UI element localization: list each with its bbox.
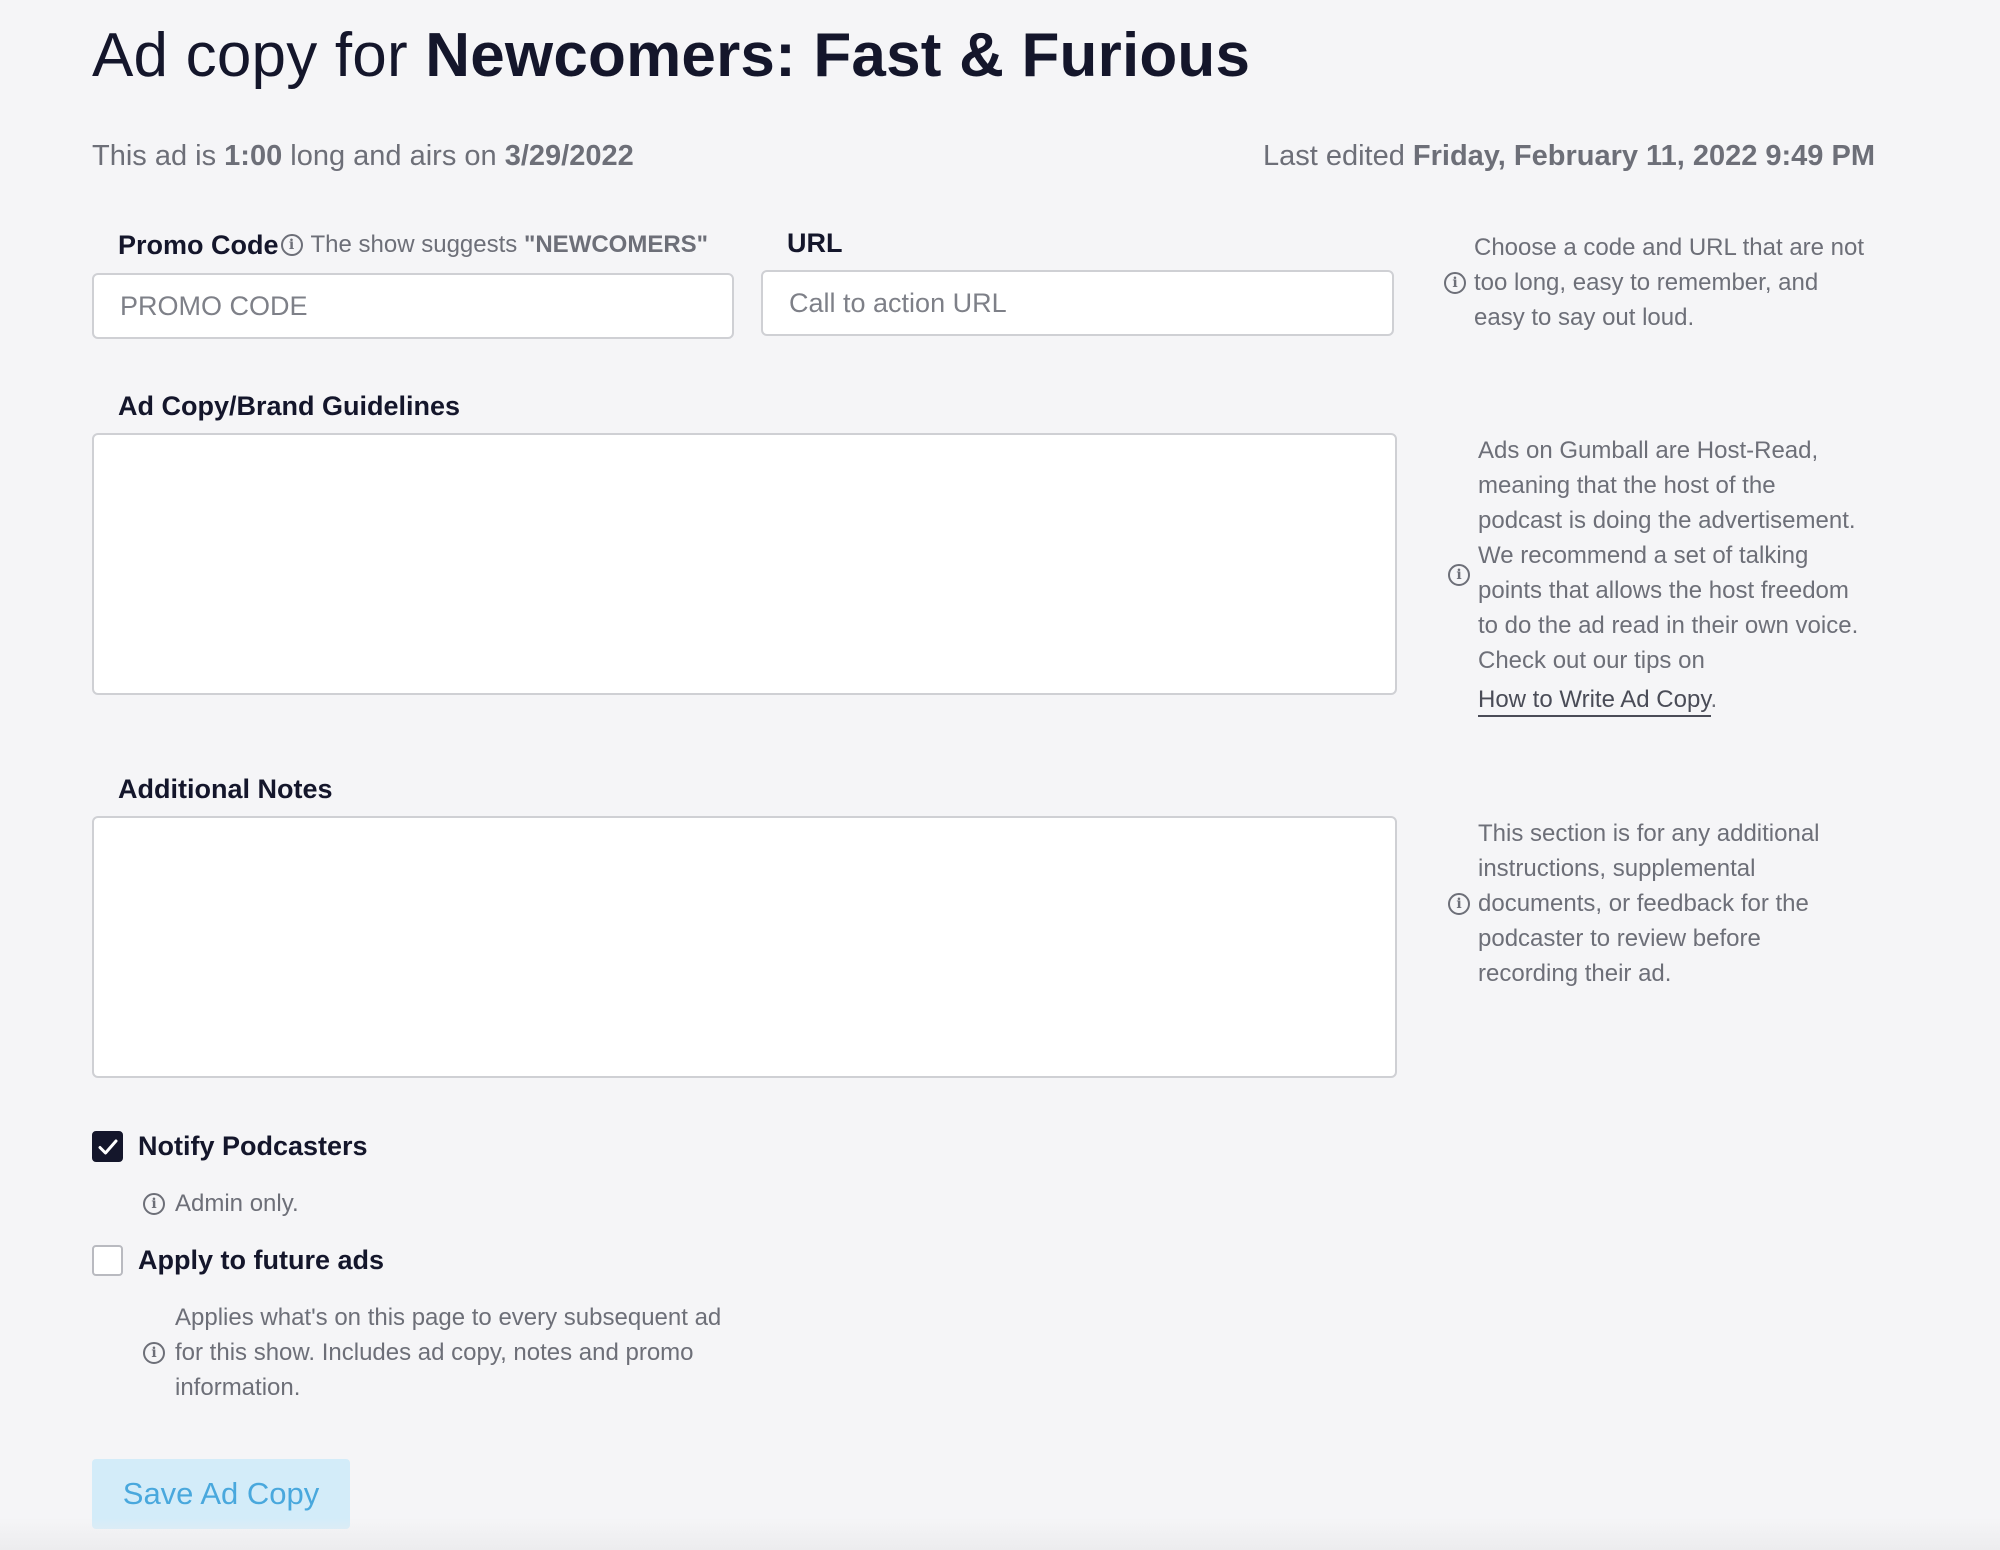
page-title: Ad copy for Newcomers: Fast & Furious <box>92 18 1250 94</box>
guidelines-help: i Ads on Gumball are Host-Read, meaning … <box>1448 433 1858 717</box>
page-title-prefix: Ad copy for <box>92 21 426 90</box>
promo-code-label-row: Promo Code i The show suggests "NEWCOMER… <box>118 228 708 262</box>
additional-notes-textarea[interactable] <box>92 816 1397 1078</box>
ad-length: 1:00 <box>224 140 283 172</box>
ad-length-prefix: This ad is <box>92 140 225 172</box>
promo-url-help: i Choose a code and URL that are not too… <box>1444 230 1864 335</box>
notify-podcasters-label[interactable]: Notify Podcasters <box>138 1131 368 1162</box>
info-icon: i <box>280 234 303 256</box>
checkmark-icon <box>98 1139 117 1154</box>
air-date: 3/29/2022 <box>504 140 634 172</box>
future-ads-help: i Applies what's on this page to every s… <box>143 1300 721 1405</box>
help-line: podcast is doing the advertisement. <box>1478 507 1856 534</box>
help-line: information. <box>175 1374 301 1401</box>
url-input[interactable] <box>761 270 1394 336</box>
help-line: recording their ad. <box>1478 960 1672 987</box>
ad-schedule-info: This ad is 1:00 long and airs on 3/29/20… <box>92 138 634 174</box>
notes-help-text: This section is for any additional instr… <box>1478 816 1820 991</box>
admin-only-note: Admin only. <box>175 1190 299 1217</box>
notify-help: i Admin only. <box>143 1186 299 1221</box>
future-ads-help-text: Applies what's on this page to every sub… <box>175 1300 721 1405</box>
show-name: Newcomers: Fast & Furious <box>425 21 1251 90</box>
info-icon: i <box>143 1192 165 1215</box>
help-link-line: How to Write Ad Copy. <box>1478 682 1858 717</box>
promo-suggestion-prefix: The show suggests <box>310 231 524 258</box>
last-edited-timestamp: Friday, February 11, 2022 9:49 PM <box>1412 140 1875 172</box>
promo-code-label: Promo Code <box>118 230 279 260</box>
help-line: Choose a code and URL that are not <box>1474 234 1865 261</box>
help-line: podcaster to review before <box>1478 925 1761 952</box>
help-line: meaning that the host of the <box>1478 472 1776 499</box>
help-line: Ads on Gumball are Host-Read, <box>1478 437 1819 464</box>
last-edited-info: Last edited Friday, February 11, 2022 9:… <box>1263 138 1875 174</box>
info-icon: i <box>1444 271 1466 294</box>
url-label: URL <box>787 228 843 258</box>
help-line: for this show. Includes ad copy, notes a… <box>175 1339 694 1366</box>
notes-help: i This section is for any additional ins… <box>1448 816 1820 991</box>
help-line: Applies what's on this page to every sub… <box>175 1304 722 1331</box>
help-line: documents, or feedback for the <box>1478 890 1809 917</box>
air-date-prefix: long and airs on <box>282 140 505 172</box>
notify-podcasters-checkbox[interactable] <box>92 1131 123 1162</box>
help-line: instructions, supplemental <box>1478 855 1756 882</box>
help-line: points that allows the host freedom <box>1478 577 1849 604</box>
help-line: too long, easy to remember, and <box>1474 269 1819 296</box>
ad-copy-guidelines-textarea[interactable] <box>92 433 1397 695</box>
last-edited-prefix: Last edited <box>1262 140 1413 172</box>
guidelines-help-text: Ads on Gumball are Host-Read, meaning th… <box>1478 433 1858 717</box>
help-line: This section is for any additional <box>1478 820 1820 847</box>
apply-future-ads-label[interactable]: Apply to future ads <box>138 1245 384 1276</box>
promo-suggestion: The show suggests "NEWCOMERS" <box>311 228 709 262</box>
promo-url-help-text: Choose a code and URL that are not too l… <box>1474 230 1864 335</box>
how-to-write-ad-copy-link[interactable]: How to Write Ad Copy <box>1478 686 1711 717</box>
promo-code-input[interactable] <box>92 273 734 339</box>
info-icon: i <box>143 1341 165 1364</box>
link-suffix: . <box>1710 686 1718 713</box>
info-icon: i <box>1448 892 1470 915</box>
bottom-shadow <box>0 1518 2000 1550</box>
additional-notes-label: Additional Notes <box>118 774 333 804</box>
info-icon: i <box>1448 564 1470 586</box>
notify-podcasters-option: Notify Podcasters <box>92 1131 368 1162</box>
suggested-promo-code: "NEWCOMERS" <box>523 231 709 258</box>
apply-future-ads-option: Apply to future ads <box>92 1245 384 1276</box>
help-line: Check out our tips on <box>1478 647 1705 674</box>
help-line: We recommend a set of talking <box>1478 542 1809 569</box>
apply-future-ads-checkbox[interactable] <box>92 1245 123 1276</box>
ad-copy-guidelines-label: Ad Copy/Brand Guidelines <box>118 391 461 421</box>
help-line: easy to say out loud. <box>1474 304 1695 331</box>
help-line: to do the ad read in their own voice. <box>1478 612 1859 639</box>
